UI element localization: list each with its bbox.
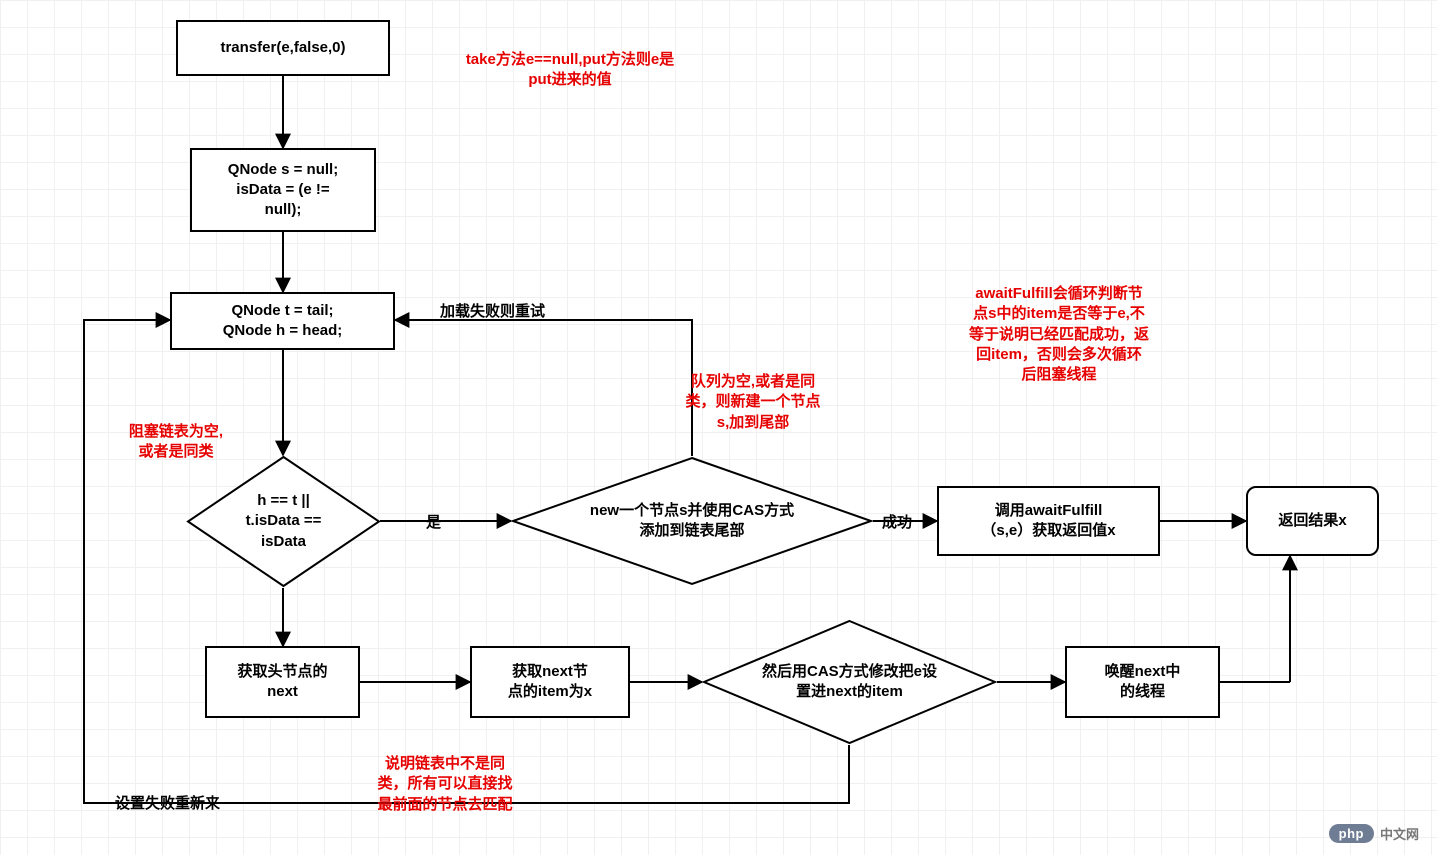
- edge-label-success: 成功: [882, 511, 912, 532]
- edge-label-fail-restart: 设置失败重新来: [115, 792, 220, 813]
- annotation-await-fulfill: awaitFulfill会循环判断节 点s中的item是否等于e,不 等于说明已…: [931, 284, 1187, 385]
- node-label: 获取头节点的 next: [237, 662, 327, 703]
- flowchart-canvas: transfer(e,false,0) QNode s = null; isDa…: [0, 0, 1437, 855]
- edge-label-yes: 是: [426, 511, 441, 532]
- node-label: 调用awaitFulfill （s,e）获取返回值x: [981, 501, 1115, 542]
- node-init-vars: QNode s = null; isData = (e != null);: [190, 148, 376, 232]
- annotation-empty-or-same: 阻塞链表为空, 或者是同类: [106, 422, 246, 463]
- annotation-new-node: 队列为空,或者是同 类，则新建一个节点 s,加到尾部: [653, 372, 853, 433]
- node-get-next-item: 获取next节 点的item为x: [470, 646, 630, 718]
- node-label: 唤醒next中 的线程: [1105, 662, 1181, 703]
- watermark-logo: php 中文网: [1329, 824, 1419, 843]
- node-wakeup-next: 唤醒next中 的线程: [1065, 646, 1220, 718]
- edge-label-retry: 加载失败则重试: [440, 300, 545, 321]
- decision-label: h == t || t.isData == isData: [232, 491, 336, 552]
- decision-label: 然后用CAS方式修改把e设 置进next的item: [748, 662, 951, 703]
- decision-cas-append: new一个节点s并使用CAS方式 添加到链表尾部: [511, 456, 873, 586]
- node-label: 获取next节 点的item为x: [508, 662, 592, 703]
- annotation-take-put: take方法e==null,put方法则e是 put进来的值: [430, 50, 710, 91]
- decision-cas-set-item: 然后用CAS方式修改把e设 置进next的item: [702, 619, 997, 745]
- decision-same-type: h == t || t.isData == isData: [186, 455, 381, 588]
- node-await-fulfill: 调用awaitFulfill （s,e）获取返回值x: [937, 486, 1160, 556]
- node-label: QNode t = tail; QNode h = head;: [223, 301, 343, 342]
- node-label: QNode s = null; isData = (e != null);: [228, 160, 338, 221]
- node-transfer: transfer(e,false,0): [176, 20, 390, 76]
- logo-pill: php: [1329, 824, 1374, 843]
- decision-label: new一个节点s并使用CAS方式 添加到链表尾部: [576, 501, 808, 542]
- node-return-x: 返回结果x: [1246, 486, 1379, 556]
- node-label: transfer(e,false,0): [220, 38, 345, 58]
- node-get-head-next: 获取头节点的 next: [205, 646, 360, 718]
- annotation-not-same-type: 说明链表中不是同 类，所有可以直接找 最前面的节点去匹配: [345, 754, 545, 815]
- node-label: 返回结果x: [1278, 511, 1346, 531]
- logo-text: 中文网: [1380, 824, 1419, 843]
- node-get-tail-head: QNode t = tail; QNode h = head;: [170, 292, 395, 350]
